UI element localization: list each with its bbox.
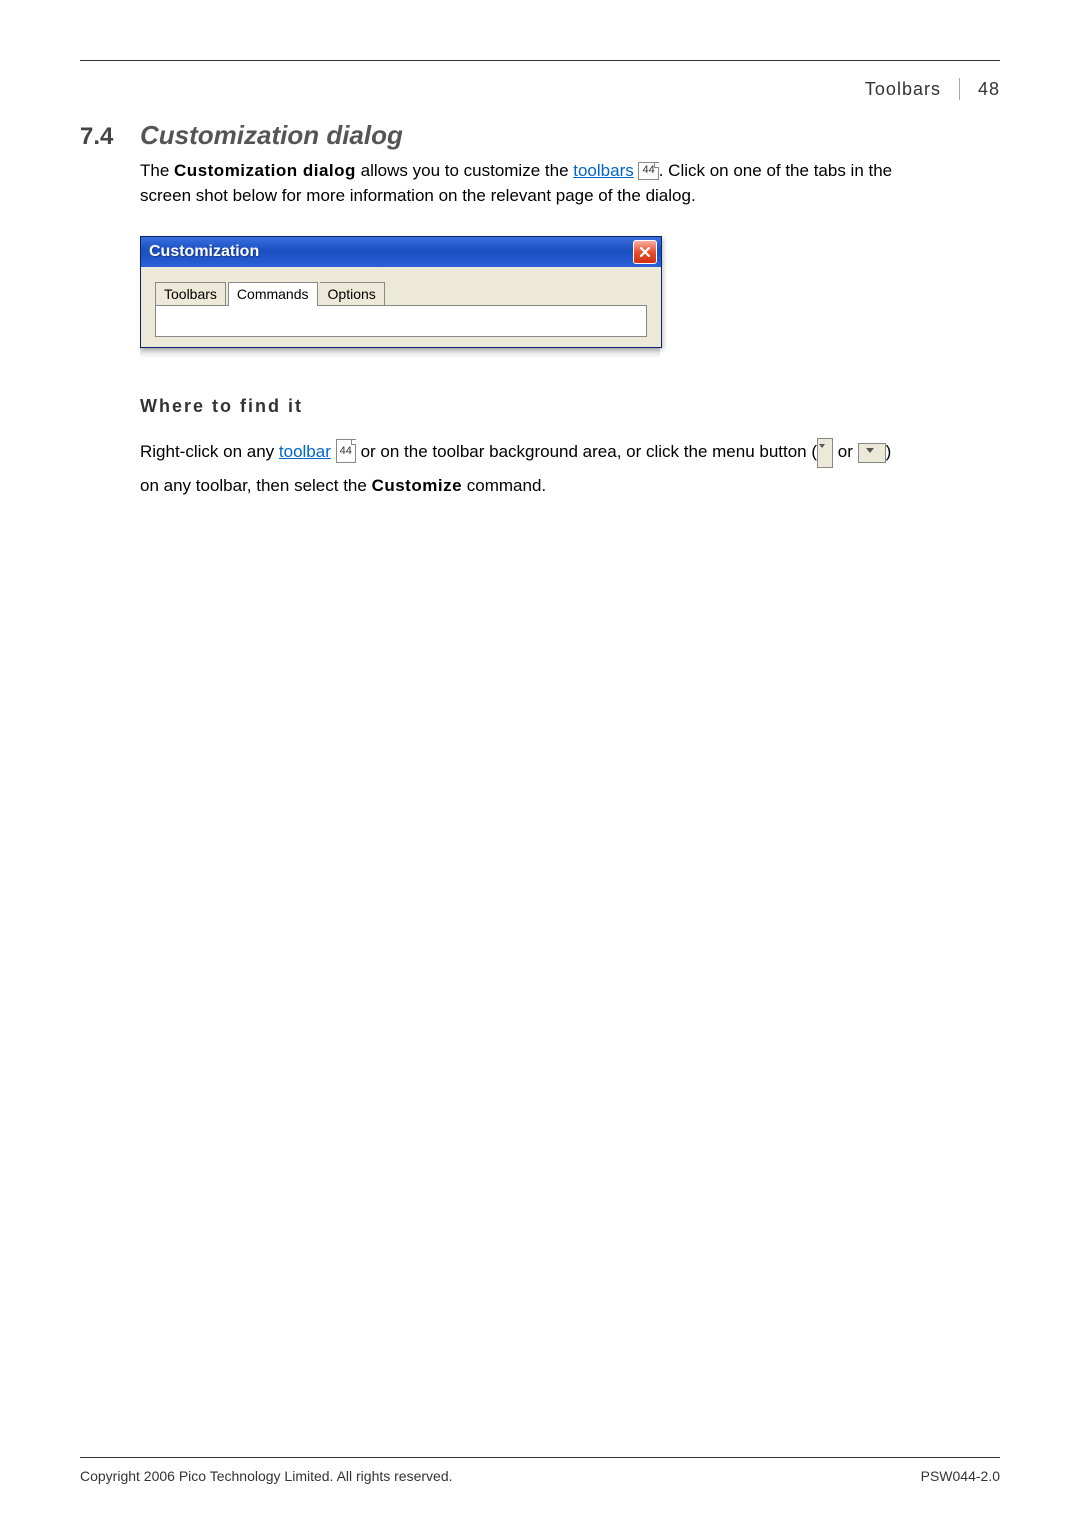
section-number: 7.4 xyxy=(80,123,140,151)
customization-dialog: Customization Toolbars Commands Options xyxy=(140,236,662,348)
dialog-title: Customization xyxy=(149,243,259,261)
menu-button-vertical-icon xyxy=(817,438,833,468)
footer-docref: PSW044-2.0 xyxy=(921,1468,1000,1484)
tab-options[interactable]: Options xyxy=(320,282,385,305)
intro-text: The xyxy=(140,161,174,180)
dialog-shadow xyxy=(140,348,660,358)
intro-paragraph: The Customization dialog allows you to c… xyxy=(140,159,900,208)
toolbar-link[interactable]: toolbar xyxy=(279,442,331,461)
tab-toolbars[interactable]: Toolbars xyxy=(155,282,226,305)
dialog-tabstrip: Toolbars Commands Options xyxy=(141,267,661,305)
header-section-name: Toolbars xyxy=(865,79,941,100)
toolbars-link[interactable]: toolbars xyxy=(573,161,633,180)
where-text5: command. xyxy=(462,476,546,495)
tab-commands[interactable]: Commands xyxy=(228,282,318,306)
document-page: Toolbars 48 7.4 Customization dialog The… xyxy=(0,0,1080,1528)
dialog-tabpanel xyxy=(155,305,647,337)
dialog-titlebar: Customization xyxy=(141,237,661,267)
footer-copyright: Copyright 2006 Pico Technology Limited. … xyxy=(80,1468,453,1484)
where-text1: Right-click on any xyxy=(140,442,279,461)
header-separator xyxy=(959,78,960,100)
section-heading: 7.4 Customization dialog xyxy=(80,120,1000,151)
page-ref-44b[interactable]: 44 xyxy=(336,439,356,463)
header-rule xyxy=(80,60,1000,61)
where-text2: or on the toolbar background area, or cl… xyxy=(356,442,817,461)
where-text3: or xyxy=(833,442,858,461)
footer-rule xyxy=(80,1457,1000,1458)
section-title: Customization dialog xyxy=(140,120,403,151)
intro-text2: allows you to customize the xyxy=(356,161,573,180)
page-footer: Copyright 2006 Pico Technology Limited. … xyxy=(80,1468,1000,1484)
where-to-find-body: Right-click on any toolbar 44 or on the … xyxy=(140,435,900,503)
page-ref-44[interactable]: 44 xyxy=(638,162,658,180)
customize-command: Customize xyxy=(372,476,462,495)
menu-button-horizontal-icon xyxy=(858,443,886,463)
close-icon[interactable] xyxy=(633,240,657,264)
where-to-find-heading: Where to find it xyxy=(140,396,1000,417)
intro-bold: Customization dialog xyxy=(174,161,356,180)
page-header: Toolbars 48 xyxy=(865,78,1000,100)
header-page-number: 48 xyxy=(978,79,1000,100)
